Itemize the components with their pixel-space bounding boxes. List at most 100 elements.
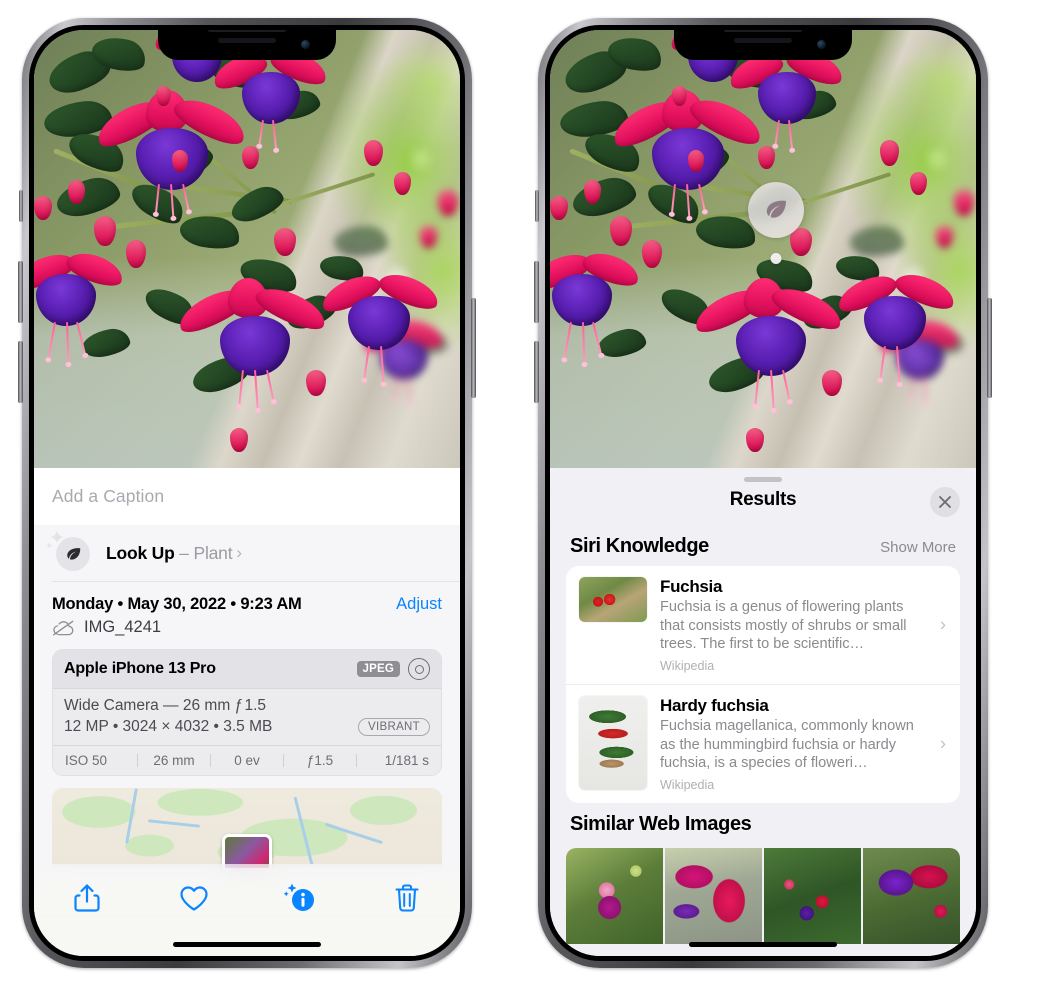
- caption-input[interactable]: Add a Caption: [52, 486, 164, 507]
- visual-lookup-leaf-badge[interactable]: [748, 182, 804, 264]
- date-row: Monday • May 30, 2022 • 9:23 AM Adjust: [34, 582, 460, 614]
- notch: [674, 30, 852, 60]
- photographic-style-badge: VIBRANT: [358, 718, 430, 736]
- look-up-label: Look Up – Plant: [106, 542, 233, 564]
- exif-shutter-speed: 1/181 s: [384, 753, 429, 768]
- right-phone-device: Results Siri Knowledge Show More Fuchsia…: [534, 18, 992, 968]
- front-camera-icon: [301, 40, 310, 49]
- left-phone-bezel: Add a Caption ✦ ✦ Look Up – Plant › Mond…: [29, 25, 465, 961]
- photo-info-sheet: Add a Caption ✦ ✦ Look Up – Plant › Mond…: [34, 468, 460, 956]
- chevron-right-icon: ›: [940, 733, 946, 754]
- show-more-button[interactable]: Show More: [880, 539, 956, 556]
- favorite-button[interactable]: [165, 878, 223, 918]
- results-header: Results: [550, 468, 976, 525]
- lookup-anchor-dot: [770, 253, 782, 264]
- results-title: Results: [729, 488, 797, 510]
- look-up-title: Look Up: [106, 542, 175, 563]
- exif-iso: ISO 50: [65, 753, 108, 768]
- sparkle-small-icon: ✦: [45, 541, 54, 552]
- mute-switch[interactable]: [535, 190, 539, 222]
- photo-foreground-layer: [550, 30, 976, 468]
- volume-up-button[interactable]: [534, 261, 539, 323]
- home-indicator[interactable]: [173, 942, 321, 947]
- knowledge-item-title: Fuchsia: [660, 577, 723, 596]
- camera-metadata-body: Wide Camera — 26 mm ƒ 1.5 12 MP • 3024 ×…: [53, 689, 441, 745]
- siri-knowledge-header: Siri Knowledge Show More: [550, 525, 976, 566]
- knowledge-item-fuchsia[interactable]: Fuchsia Fuchsia is a genus of flowering …: [566, 566, 960, 684]
- front-camera-icon: [817, 40, 826, 49]
- look-up-row[interactable]: ✦ ✦ Look Up – Plant ›: [34, 525, 460, 581]
- siri-knowledge-card: Fuchsia Fuchsia is a genus of flowering …: [566, 566, 960, 804]
- web-image-4[interactable]: [863, 848, 960, 945]
- hardy-fuchsia-specimen-thumbnail: [579, 696, 647, 791]
- image-size-info: 12 MP • 3024 × 4032 • 3.5 MB: [64, 718, 273, 735]
- right-phone-bezel: Results Siri Knowledge Show More Fuchsia…: [545, 25, 981, 961]
- info-button[interactable]: [271, 878, 329, 918]
- camera-metadata-badges: JPEG: [356, 658, 430, 680]
- photo-filename: IMG_4241: [84, 618, 162, 636]
- size-info-row: 12 MP • 3024 × 4032 • 3.5 MB VIBRANT: [64, 718, 430, 736]
- exif-exposure-bias: 0 ev: [234, 753, 260, 768]
- siri-knowledge-title: Siri Knowledge: [570, 535, 709, 557]
- volume-up-button[interactable]: [18, 261, 23, 323]
- chevron-right-icon: ›: [940, 614, 946, 635]
- photo-thumbnail-pin[interactable]: [222, 834, 272, 868]
- leaf-icon: [762, 196, 790, 224]
- web-image-3[interactable]: [764, 848, 861, 945]
- share-button[interactable]: [58, 878, 116, 918]
- photo-viewer[interactable]: [34, 30, 460, 468]
- earpiece-speaker: [724, 30, 802, 32]
- speaker-grille: [734, 38, 792, 43]
- lens-info: Wide Camera — 26 mm ƒ 1.5: [64, 697, 266, 714]
- exif-row: ISO 50 26 mm 0 ev ƒ1.5 1/181 s: [53, 745, 441, 775]
- photo-foreground-layer: [34, 30, 460, 468]
- mute-switch[interactable]: [19, 190, 23, 222]
- speaker-grille: [218, 38, 276, 43]
- location-map-preview[interactable]: [52, 788, 442, 868]
- leaf-icon: [56, 537, 90, 571]
- chevron-right-icon: ›: [236, 543, 243, 562]
- format-badge: JPEG: [356, 661, 400, 677]
- knowledge-item-text: Fuchsia Fuchsia is a genus of flowering …: [660, 577, 948, 673]
- fuchsia-red-flowers-thumbnail: [579, 577, 647, 622]
- knowledge-item-hardy-fuchsia[interactable]: Hardy fuchsia Fuchsia magellanica, commo…: [566, 684, 960, 803]
- similar-web-images-strip[interactable]: [566, 848, 960, 945]
- web-image-2[interactable]: [665, 848, 762, 945]
- similar-web-images-title: Similar Web Images: [570, 813, 752, 836]
- left-phone-screen: Add a Caption ✦ ✦ Look Up – Plant › Mond…: [34, 30, 460, 956]
- camera-metadata-header: Apple iPhone 13 Pro JPEG: [53, 650, 441, 689]
- notch: [158, 30, 336, 60]
- left-phone-device: Add a Caption ✦ ✦ Look Up – Plant › Mond…: [18, 18, 476, 968]
- screenshot-canvas: Add a Caption ✦ ✦ Look Up – Plant › Mond…: [0, 0, 1055, 985]
- right-phone-screen: Results Siri Knowledge Show More Fuchsia…: [550, 30, 976, 956]
- delete-button[interactable]: [378, 878, 436, 918]
- knowledge-item-title: Hardy fuchsia: [660, 696, 769, 716]
- side-power-button[interactable]: [471, 298, 476, 398]
- side-power-button[interactable]: [987, 298, 992, 398]
- web-image-1[interactable]: [566, 848, 663, 945]
- earpiece-speaker: [208, 30, 286, 32]
- home-indicator[interactable]: [689, 942, 837, 947]
- close-button[interactable]: [930, 487, 960, 517]
- exif-aperture: ƒ1.5: [306, 753, 334, 768]
- volume-down-button[interactable]: [18, 341, 23, 403]
- knowledge-item-description: Fuchsia is a genus of flowering plants t…: [660, 599, 907, 653]
- similar-web-images-header: Similar Web Images: [550, 803, 976, 844]
- look-up-subject: Plant: [193, 542, 233, 563]
- knowledge-item-text: Hardy fuchsia Fuchsia magellanica, commo…: [660, 696, 948, 792]
- caption-field-row[interactable]: Add a Caption: [34, 468, 460, 525]
- photo-viewer[interactable]: [550, 30, 976, 468]
- cloud-slash-icon: [52, 620, 75, 636]
- filename-row: IMG_4241: [34, 614, 460, 649]
- camera-device-name: Apple iPhone 13 Pro: [64, 660, 216, 677]
- camera-metadata-card: Apple iPhone 13 Pro JPEG Wide Camera — 2…: [52, 649, 442, 776]
- look-up-icon-wrap: ✦ ✦: [45, 529, 92, 573]
- photo-date: Monday • May 30, 2022 • 9:23 AM: [52, 595, 302, 613]
- adjust-button[interactable]: Adjust: [396, 595, 442, 614]
- aperture-icon[interactable]: [408, 658, 430, 680]
- visual-lookup-results-sheet: Results Siri Knowledge Show More Fuchsia…: [550, 468, 976, 956]
- knowledge-item-description: Fuchsia magellanica, commonly known as t…: [660, 718, 914, 772]
- exif-focal-length: 26 mm: [153, 753, 195, 768]
- knowledge-item-source: Wikipedia: [660, 778, 715, 793]
- volume-down-button[interactable]: [534, 341, 539, 403]
